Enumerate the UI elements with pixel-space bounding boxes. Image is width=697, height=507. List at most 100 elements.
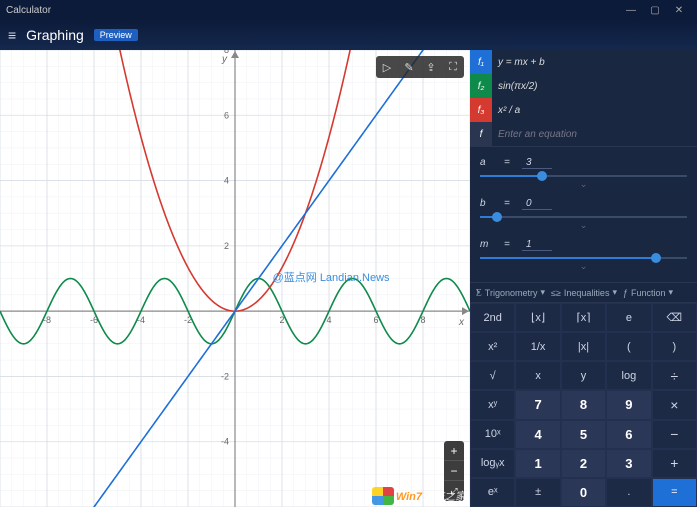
key-([interactable]: (	[606, 332, 651, 361]
chevron-down-icon: ▾	[669, 287, 674, 298]
function-dropdown[interactable]: ƒFunction▾	[623, 287, 673, 298]
equation-row[interactable]: f₂sin(πx/2)	[470, 74, 697, 98]
corner-watermark-text: Win7系统之家	[396, 488, 466, 504]
key-xʸ[interactable]: xʸ	[470, 390, 515, 419]
category-row: ⨊Trigonometry▾ ≤≥Inequalities▾ ƒFunction…	[470, 282, 697, 303]
equation-tag[interactable]: f	[470, 122, 492, 146]
key-0[interactable]: 0	[561, 478, 606, 507]
equation-row[interactable]: f₁y = mx + b	[470, 50, 697, 74]
hamburger-icon[interactable]: ≡	[8, 27, 16, 43]
minimize-button[interactable]: —	[619, 5, 643, 16]
key-⌊x⌋[interactable]: ⌊x⌋	[515, 303, 560, 332]
app-name: Calculator	[6, 5, 51, 16]
svg-text:2: 2	[224, 241, 229, 251]
equation-tag[interactable]: f₂	[470, 74, 492, 98]
watermark-text: @蓝点网 Landian.News	[273, 269, 390, 285]
func-icon: ƒ	[623, 288, 628, 298]
variable-slider[interactable]	[480, 212, 687, 222]
key-4[interactable]: 4	[515, 420, 560, 449]
variables-panel: a=3 ⌄b=0 ⌄m=1 ⌄	[470, 146, 697, 282]
trace-tool-icon[interactable]: ✎	[398, 56, 420, 78]
variable-value[interactable]: 0	[522, 198, 552, 210]
key-×[interactable]: ×	[652, 390, 697, 419]
equation-text[interactable]: x² / a	[492, 105, 697, 116]
graph-svg: -8-6-4-22468-4-22468xy	[0, 50, 470, 507]
chevron-down-icon: ▾	[540, 287, 545, 298]
variable-slider[interactable]	[480, 171, 687, 181]
key-.[interactable]: .	[606, 478, 651, 507]
corner-watermark: Win7系统之家	[372, 487, 466, 505]
key-=[interactable]: =	[652, 478, 697, 507]
equation-text[interactable]: sin(πx/2)	[492, 81, 697, 92]
key-9[interactable]: 9	[606, 390, 651, 419]
equation-text[interactable]: y = mx + b	[492, 57, 697, 68]
key-x[interactable]: x	[515, 361, 560, 390]
windows-flag-icon	[372, 487, 394, 505]
key-10ˣ[interactable]: 10ˣ	[470, 420, 515, 449]
key-1[interactable]: 1	[515, 449, 560, 478]
zoom-in-button[interactable]: +	[444, 441, 464, 461]
zoom-out-button[interactable]: −	[444, 461, 464, 481]
variable-name: m	[480, 239, 494, 251]
key-÷[interactable]: ÷	[652, 361, 697, 390]
equation-tag[interactable]: f₁	[470, 50, 492, 74]
svg-text:y: y	[221, 54, 228, 65]
preview-badge: Preview	[94, 29, 138, 41]
key-e[interactable]: e	[606, 303, 651, 332]
key-2[interactable]: 2	[561, 449, 606, 478]
variable-row: m=1 ⌄	[480, 239, 687, 272]
variable-row: b=0 ⌄	[480, 198, 687, 231]
close-button[interactable]: ✕	[667, 5, 691, 16]
equation-text[interactable]: Enter an equation	[492, 129, 697, 140]
equation-tag[interactable]: f₃	[470, 98, 492, 122]
graph-toolbar: ▷ ✎ ⇪ ⛶	[376, 56, 464, 78]
equation-row[interactable]: fEnter an equation	[470, 122, 697, 146]
key-5[interactable]: 5	[561, 420, 606, 449]
key-8[interactable]: 8	[561, 390, 606, 419]
maximize-button[interactable]: ▢	[643, 5, 667, 16]
graph-canvas[interactable]: -8-6-4-22468-4-22468xy ▷ ✎ ⇪ ⛶ + − ⤢ @蓝点…	[0, 50, 470, 507]
key-3[interactable]: 3	[606, 449, 651, 478]
variable-value[interactable]: 1	[522, 239, 552, 251]
key-log[interactable]: log	[606, 361, 651, 390]
ineq-icon: ≤≥	[551, 288, 561, 298]
svg-text:-2: -2	[221, 371, 229, 381]
key-)[interactable]: )	[652, 332, 697, 361]
equation-list: f₁y = mx + bf₂sin(πx/2)f₃x² / afEnter an…	[470, 50, 697, 146]
trig-icon: ⨊	[476, 287, 482, 298]
key-2nd[interactable]: 2nd	[470, 303, 515, 332]
share-icon[interactable]: ⇪	[420, 56, 442, 78]
keypad: 2nd⌊x⌋⌈x⌉e⌫ x²1/x|x|() √xylog÷ xʸ789× 10ˣ456…	[470, 303, 697, 507]
variable-name: a	[480, 157, 494, 169]
inequalities-dropdown[interactable]: ≤≥Inequalities▾	[551, 287, 617, 298]
graph-options-icon[interactable]: ⛶	[442, 56, 464, 78]
key-+[interactable]: +	[652, 449, 697, 478]
chevron-down-icon: ▾	[612, 287, 617, 298]
key-x²[interactable]: x²	[470, 332, 515, 361]
trig-dropdown[interactable]: ⨊Trigonometry▾	[476, 287, 545, 298]
cursor-tool-icon[interactable]: ▷	[376, 56, 398, 78]
key-logᵧx[interactable]: logᵧx	[470, 449, 515, 478]
key-1/x[interactable]: 1/x	[515, 332, 560, 361]
key-6[interactable]: 6	[606, 420, 651, 449]
mode-title: Graphing	[26, 27, 84, 43]
variable-slider[interactable]	[480, 253, 687, 263]
equation-row[interactable]: f₃x² / a	[470, 98, 697, 122]
svg-text:6: 6	[224, 110, 229, 120]
key-√[interactable]: √	[470, 361, 515, 390]
key-±[interactable]: ±	[515, 478, 560, 507]
key-7[interactable]: 7	[515, 390, 560, 419]
key-−[interactable]: −	[652, 420, 697, 449]
variable-value[interactable]: 3	[522, 157, 552, 169]
key-⌈x⌉[interactable]: ⌈x⌉	[561, 303, 606, 332]
svg-text:-4: -4	[221, 437, 229, 447]
key-eˣ[interactable]: eˣ	[470, 478, 515, 507]
key-|x|[interactable]: |x|	[561, 332, 606, 361]
svg-text:4: 4	[224, 176, 229, 186]
svg-text:x: x	[458, 317, 465, 328]
variable-name: b	[480, 198, 494, 210]
key-⌫[interactable]: ⌫	[652, 303, 697, 332]
key-y[interactable]: y	[561, 361, 606, 390]
side-panel: f₁y = mx + bf₂sin(πx/2)f₃x² / afEnter an…	[470, 50, 697, 507]
header: ≡ Graphing Preview	[0, 20, 697, 50]
